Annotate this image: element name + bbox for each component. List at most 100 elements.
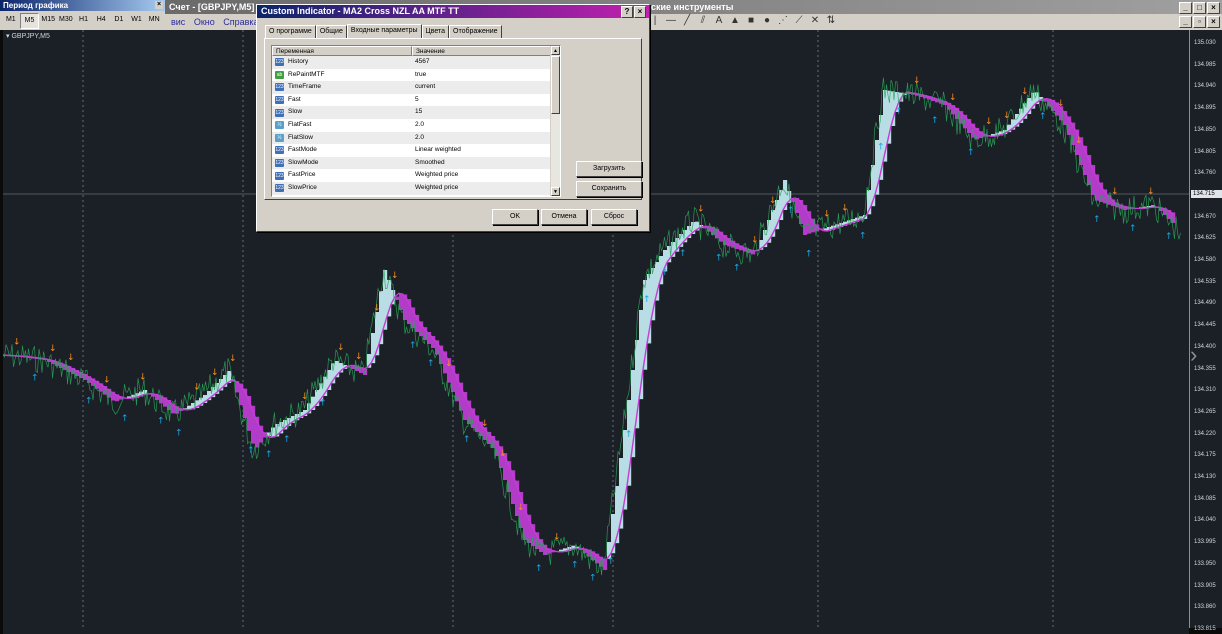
price-tick-label: 135.030 xyxy=(1194,40,1216,46)
ellipse-icon[interactable]: ● xyxy=(762,15,772,26)
table-row[interactable]: 123 SlowPrice Weighted price xyxy=(272,181,560,195)
column-header-variable[interactable]: Переменная xyxy=(272,46,412,56)
period-button-h1[interactable]: H1 xyxy=(75,13,93,27)
buy-arrow-icon: ↑ xyxy=(679,249,687,259)
param-value[interactable]: 5 xyxy=(412,94,555,107)
help-button[interactable]: ? xyxy=(621,6,633,18)
period-button-m1[interactable]: M1 xyxy=(2,13,20,27)
table-row[interactable]: ½ FlatFast 2.0 xyxy=(272,119,560,132)
scroll-up-icon[interactable]: ▲ xyxy=(551,46,560,55)
text-icon[interactable]: A xyxy=(714,15,724,26)
chart-minimize-button[interactable]: _ xyxy=(1179,16,1192,28)
channel-icon[interactable]: ⫽ xyxy=(698,15,708,26)
tab-3[interactable]: Цвета xyxy=(421,25,450,38)
gann-icon[interactable]: ✕ xyxy=(810,15,820,26)
table-row[interactable]: 123 TimeFrame current xyxy=(272,81,560,94)
scroll-down-icon[interactable]: ▼ xyxy=(551,187,560,196)
params-scrollbar[interactable]: ▲ ▼ xyxy=(550,46,560,196)
price-axis[interactable]: 135.030 134.985 134.940 134.895 134.850 134.8… xyxy=(1189,30,1222,632)
param-type-icon: 123 xyxy=(275,83,284,92)
buy-arrow-icon: ↑ xyxy=(931,116,939,126)
chart-restore-button[interactable]: ▫ xyxy=(1193,16,1206,28)
param-type-icon: 123 xyxy=(275,184,284,193)
param-name-cell: 123 History xyxy=(272,56,412,69)
param-value[interactable]: Smoothed xyxy=(412,157,555,170)
ok-button[interactable]: OK xyxy=(492,209,538,225)
param-value[interactable]: Weighted price xyxy=(412,182,555,195)
buy-arrow-icon: ↑ xyxy=(175,429,183,439)
param-value[interactable]: 2.0 xyxy=(412,132,555,145)
chevron-right-icon[interactable]: › xyxy=(1190,342,1197,368)
tab-2[interactable]: Входные параметры xyxy=(346,24,422,39)
tab-0[interactable]: О программе xyxy=(265,25,316,38)
time-axis[interactable] xyxy=(3,628,1189,634)
sell-arrow-icon: ↓ xyxy=(985,117,993,127)
buy-arrow-icon: ↑ xyxy=(409,341,417,351)
buy-arrow-icon: ↑ xyxy=(85,396,93,406)
cancel-button[interactable]: Отмена xyxy=(541,209,587,225)
period-button-h4[interactable]: H4 xyxy=(92,13,110,27)
param-value[interactable]: true xyxy=(412,69,555,82)
arrows-icon[interactable]: ⇅ xyxy=(826,15,836,26)
save-button[interactable]: Сохранить xyxy=(576,181,642,197)
chart-close-button[interactable]: × xyxy=(1207,16,1220,28)
window-caption-buttons: _ □ × xyxy=(1179,2,1220,14)
buy-arrow-icon: ↑ xyxy=(643,295,651,305)
trendline-icon[interactable]: ╱ xyxy=(682,15,692,26)
table-row[interactable]: 123 History 4567 xyxy=(272,56,560,69)
period-button-w1[interactable]: W1 xyxy=(128,13,146,27)
custom-indicator-dialog: Custom Indicator - MA2 Cross NZL AA MTF … xyxy=(256,4,650,232)
sell-arrow-icon: ↓ xyxy=(499,449,507,459)
sell-arrow-icon: ↓ xyxy=(139,373,147,383)
table-row[interactable]: ½ FlatSlow 2.0 xyxy=(272,131,560,145)
menu-item-window[interactable]: Окно xyxy=(194,17,215,27)
param-value[interactable]: 15 xyxy=(412,106,555,119)
price-tick-label: 134.490 xyxy=(1194,300,1216,307)
param-value[interactable]: 2.0 xyxy=(412,119,555,132)
pitchfork-icon[interactable]: ⋰ xyxy=(778,15,788,26)
rectangle-icon[interactable]: ■ xyxy=(746,15,756,26)
table-row[interactable]: ab RePaintMTF true xyxy=(272,69,560,82)
price-tick-label: 134.625 xyxy=(1194,235,1216,242)
triangle-icon[interactable]: ▲ xyxy=(730,15,740,26)
period-button-mn[interactable]: MN xyxy=(145,13,163,27)
close-icon[interactable]: × xyxy=(155,1,163,9)
fibo-icon[interactable]: ⟋ xyxy=(794,15,804,26)
cursor-icon[interactable]: | xyxy=(650,15,660,26)
table-row[interactable]: 123 FastMode Linear weighted xyxy=(272,144,560,157)
sell-arrow-icon: ↓ xyxy=(229,354,237,364)
param-value[interactable]: Linear weighted xyxy=(412,144,555,157)
minimize-button[interactable]: _ xyxy=(1179,2,1192,14)
table-row[interactable]: 123 SlowMode Smoothed xyxy=(272,156,560,170)
menu-item-help[interactable]: Справка xyxy=(223,17,258,27)
reset-button[interactable]: Сброс xyxy=(591,209,637,225)
buy-arrow-icon: ↑ xyxy=(967,148,975,158)
buy-arrow-icon: ↑ xyxy=(805,249,813,259)
param-type-icon: 123 xyxy=(275,171,284,180)
param-name: Slow xyxy=(288,108,303,116)
scroll-thumb[interactable] xyxy=(551,56,560,114)
param-type-icon: 123 xyxy=(275,159,284,168)
hline-icon[interactable]: — xyxy=(666,15,676,26)
param-value[interactable]: Weighted price xyxy=(412,169,555,182)
period-button-m30[interactable]: M30 xyxy=(57,13,75,27)
period-button-m15[interactable]: M15 xyxy=(39,13,57,27)
table-row[interactable]: 123 Slow 15 xyxy=(272,106,560,119)
tab-4[interactable]: Отображение xyxy=(449,25,502,38)
sell-arrow-icon: ↓ xyxy=(1111,187,1119,197)
close-button[interactable]: × xyxy=(1207,2,1220,14)
period-button-m5[interactable]: M5 xyxy=(19,13,40,29)
sell-arrow-icon: ↓ xyxy=(355,352,363,362)
load-button[interactable]: Загрузить xyxy=(576,161,642,177)
table-row[interactable]: 123 Fast 5 xyxy=(272,94,560,107)
param-value[interactable]: current xyxy=(412,81,555,94)
drawing-toolbar: | — ╱ ⫽ A ▲ ■ ● ⋰ ⟋ ✕ ⇅ xyxy=(650,12,836,28)
period-button-d1[interactable]: D1 xyxy=(110,13,128,27)
menu-item-service[interactable]: вис xyxy=(171,17,185,27)
dialog-close-button[interactable]: × xyxy=(634,6,646,18)
table-row[interactable]: 123 FastPrice Weighted price xyxy=(272,169,560,182)
tab-1[interactable]: Общие xyxy=(315,25,347,38)
maximize-button[interactable]: □ xyxy=(1193,2,1206,14)
param-value[interactable]: 4567 xyxy=(412,56,555,69)
column-header-value[interactable]: Значение xyxy=(412,46,551,56)
